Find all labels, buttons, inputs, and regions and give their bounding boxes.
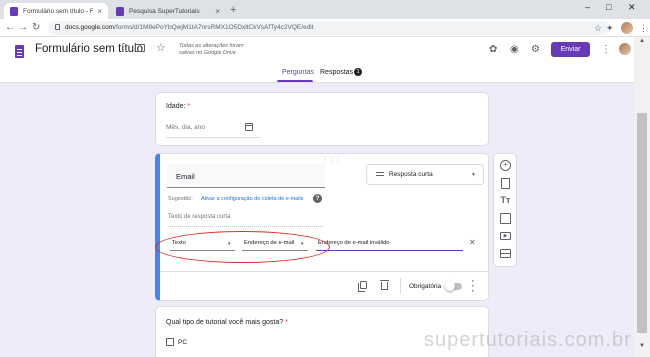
profile-avatar[interactable] xyxy=(621,22,633,34)
preview-eye-icon[interactable]: ◉ xyxy=(510,44,519,55)
add-question-icon[interactable]: + xyxy=(500,160,511,171)
google-forms-logo-icon[interactable] xyxy=(15,45,24,58)
tab-questions[interactable]: Perguntas xyxy=(282,69,314,76)
responses-count-badge: 1 xyxy=(354,68,362,76)
question-type-dropdown[interactable]: Resposta curta ▼ xyxy=(366,164,484,185)
star-icon[interactable]: ☆ xyxy=(156,41,166,54)
browser-tab-pesquisa[interactable]: Pesquisa SuperTutoriais × xyxy=(110,3,226,19)
minimize-icon[interactable]: – xyxy=(585,2,590,12)
add-video-icon[interactable]: ▶ xyxy=(500,232,511,240)
bookmark-star-icon[interactable]: ☆ xyxy=(594,22,602,34)
help-icon[interactable]: ? xyxy=(313,194,322,203)
question-type-label: Resposta curta xyxy=(389,171,433,178)
close-tab-icon[interactable]: × xyxy=(215,7,220,16)
short-answer-icon xyxy=(376,172,384,176)
enable-email-collection-link[interactable]: Ativar a configuração de coleta de e-mai… xyxy=(201,196,303,202)
forward-arrow-icon[interactable]: → xyxy=(18,22,28,34)
browser-tab-title: Formulário sem título - Formulár xyxy=(23,7,94,15)
browser-tab-form[interactable]: Formulário sem título - Formulár × xyxy=(4,3,108,19)
address-bar[interactable]: docs.google.com/forms/d/1M8ePoYbQwjM1tA7… xyxy=(48,21,610,35)
form-title[interactable]: Formulário sem título xyxy=(35,43,143,55)
page-scrollbar[interactable]: ▲ ▼ xyxy=(634,37,650,357)
form-side-toolbar: + Tт ▶ xyxy=(493,153,517,267)
add-title-icon[interactable]: Tт xyxy=(500,195,511,206)
remove-validation-icon[interactable]: ✕ xyxy=(469,238,476,247)
send-button[interactable]: Enviar xyxy=(551,42,590,57)
palette-icon[interactable]: ✿ xyxy=(489,44,497,55)
option-label: PC xyxy=(178,339,188,346)
scroll-thumb[interactable] xyxy=(637,113,647,333)
custom-error-input[interactable]: Endereço de e-mail inválido xyxy=(316,237,463,251)
saved-status: Todas as alterações foram salvas no Goog… xyxy=(179,43,244,56)
question-title: Idade: * xyxy=(166,103,191,110)
footer-separator xyxy=(400,278,401,294)
url-text: docs.google.com/forms/d/1M8ePoYbQwjM1tA7… xyxy=(65,24,314,31)
maximize-icon[interactable]: □ xyxy=(606,2,611,12)
back-arrow-icon[interactable]: ← xyxy=(5,22,15,34)
dropdown-caret-icon: ▼ xyxy=(471,172,476,178)
more-options-icon[interactable]: ⋮ xyxy=(601,44,611,55)
site-watermark: supertutoriais.com.br xyxy=(424,329,632,351)
account-avatar[interactable] xyxy=(619,43,631,55)
add-image-icon[interactable] xyxy=(500,213,511,224)
required-toggle[interactable] xyxy=(445,281,462,291)
scroll-up-arrow-icon[interactable]: ▲ xyxy=(639,38,645,44)
add-section-icon[interactable] xyxy=(500,249,511,258)
forms-favicon-icon xyxy=(116,6,124,16)
browser-menu-icon[interactable]: ⋮ xyxy=(639,22,648,34)
toggle-knob xyxy=(445,281,455,291)
calendar-icon xyxy=(245,123,253,131)
browser-toolbar: ← → ↻ docs.google.com/forms/d/1M8ePoYbQw… xyxy=(0,19,650,37)
scroll-down-arrow-icon[interactable]: ▼ xyxy=(639,343,645,349)
more-options-icon[interactable]: · · · xyxy=(471,277,475,296)
browser-tab-strip: Formulário sem título - Formulár × Pesqu… xyxy=(0,0,650,19)
short-answer-placeholder: Texto de resposta curta xyxy=(168,214,231,220)
browser-tab-title: Pesquisa SuperTutoriais xyxy=(129,7,200,15)
answer-underline xyxy=(168,226,323,227)
import-questions-icon[interactable] xyxy=(501,178,510,189)
tab-responses[interactable]: Respostas xyxy=(320,69,353,76)
drag-handle-icon[interactable]: ⋮⋮⋮ xyxy=(322,156,342,163)
question-title-field[interactable]: Email xyxy=(167,164,325,188)
card-footer-divider xyxy=(160,271,488,272)
forms-app-bar: Formulário sem título ☆ Todas as alteraç… xyxy=(0,37,634,83)
question-title-text: Email xyxy=(176,172,195,181)
reload-icon[interactable]: ↻ xyxy=(32,22,40,34)
required-label: Obrigatória xyxy=(409,283,442,290)
suggestion-label: Sugestão: xyxy=(168,196,193,202)
close-window-icon[interactable]: ✕ xyxy=(628,2,636,13)
active-tab-indicator xyxy=(277,80,313,82)
close-tab-icon[interactable]: × xyxy=(97,7,102,16)
question-card-idade[interactable]: Idade: * Mês, dia, ano xyxy=(155,92,489,146)
question-title: Qual tipo de tutorial você mais gosta? * xyxy=(166,319,288,326)
red-annotation-ellipse xyxy=(155,231,330,263)
settings-gear-icon[interactable]: ⚙ xyxy=(531,44,540,55)
forms-favicon-icon xyxy=(10,6,18,16)
delete-trash-icon[interactable] xyxy=(380,280,389,290)
date-placeholder: Mês, dia, ano xyxy=(166,124,206,131)
move-to-folder-icon[interactable] xyxy=(135,44,145,52)
lock-icon xyxy=(55,24,60,30)
new-tab-plus-icon[interactable]: + xyxy=(230,4,236,16)
question-card-email[interactable]: ⋮⋮⋮ Email Resposta curta ▼ Sugestão: Ati… xyxy=(155,153,489,301)
extensions-puzzle-icon[interactable]: ✦ xyxy=(606,22,614,34)
date-underline xyxy=(166,137,261,138)
option-checkbox[interactable] xyxy=(166,338,174,346)
duplicate-icon[interactable] xyxy=(358,281,367,292)
